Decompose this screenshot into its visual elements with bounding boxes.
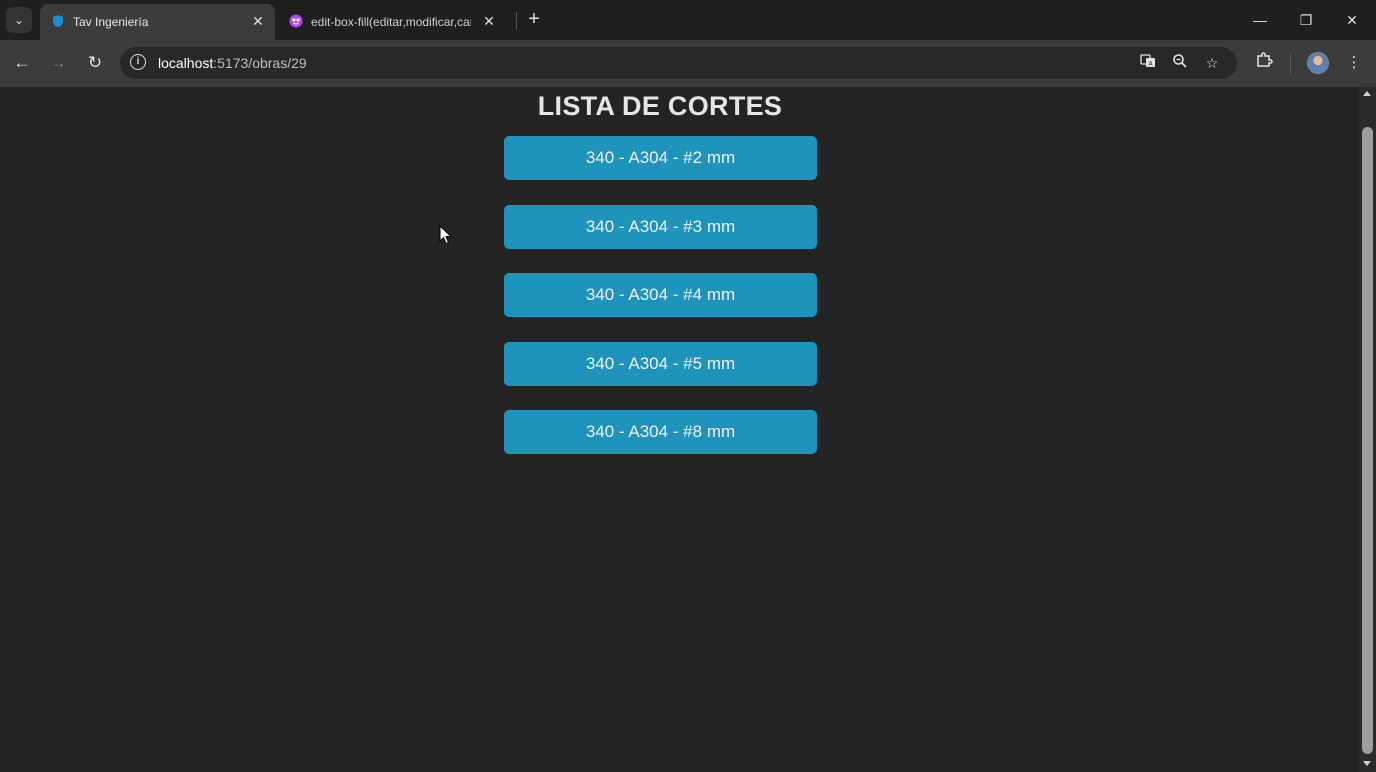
toolbar-divider <box>1290 54 1291 74</box>
arrow-right-icon: → <box>49 53 67 72</box>
browser-toolbar: ← → ↻ i localhost:5173/obras/29 A ☆ ⋮ <box>0 40 1376 87</box>
restore-button[interactable]: ❐ <box>1286 6 1326 34</box>
cut-button-3mm[interactable]: 340 - A304 - #3 mm <box>504 204 817 249</box>
tab-strip: ⌄ Tav Ingeniería ✕ edit-box-fill(editar,… <box>0 0 1376 40</box>
reload-icon: ↻ <box>87 53 103 72</box>
scrollbar-thumb[interactable] <box>1362 127 1373 754</box>
scroll-up-arrow-icon[interactable] <box>1363 91 1371 96</box>
tab-title: edit-box-fill(editar,modificar,cambiar) <box>311 15 471 29</box>
cut-button-4mm[interactable]: 340 - A304 - #4 mm <box>504 273 817 317</box>
translate-icon[interactable]: A <box>1138 53 1158 73</box>
back-button[interactable]: ← <box>9 50 35 76</box>
emoji-face-icon <box>289 14 303 28</box>
url-text[interactable]: localhost:5173/obras/29 <box>158 54 307 72</box>
forward-button[interactable]: → <box>45 50 71 76</box>
shield-icon <box>53 15 63 27</box>
puzzle-icon[interactable] <box>1252 51 1276 75</box>
arrow-left-icon: ← <box>13 53 31 72</box>
url-path: :5173/obras/29 <box>213 55 307 71</box>
page-viewport: LISTA DE CORTES 340 - A304 - #2 mm 340 -… <box>0 87 1359 772</box>
tab-title: Tav Ingeniería <box>73 15 149 29</box>
browser-window: ⌄ Tav Ingeniería ✕ edit-box-fill(editar,… <box>0 0 1376 772</box>
tab-edit-box-fill[interactable]: edit-box-fill(editar,modificar,cambiar) … <box>278 4 506 40</box>
close-icon: ✕ <box>1346 12 1358 28</box>
mouse-cursor-icon <box>439 225 453 245</box>
kebab-menu-icon[interactable]: ⋮ <box>1342 51 1366 75</box>
cut-list: 340 - A304 - #2 mm 340 - A304 - #3 mm 34… <box>504 136 817 479</box>
avatar[interactable] <box>1307 52 1329 74</box>
zoom-icon[interactable] <box>1170 53 1190 73</box>
close-icon[interactable]: ✕ <box>249 12 267 30</box>
cut-button-8mm[interactable]: 340 - A304 - #8 mm <box>504 410 817 454</box>
tab-divider <box>516 12 517 30</box>
restore-icon: ❐ <box>1299 12 1313 28</box>
cut-button-2mm[interactable]: 340 - A304 - #2 mm <box>504 136 817 180</box>
cut-button-5mm[interactable]: 340 - A304 - #5 mm <box>504 341 817 386</box>
close-icon[interactable]: ✕ <box>480 12 498 30</box>
scroll-down-arrow-icon[interactable] <box>1363 761 1371 766</box>
chevron-down-icon: ⌄ <box>13 13 25 27</box>
star-icon[interactable]: ☆ <box>1202 53 1222 73</box>
plus-icon: + <box>528 8 540 30</box>
page-title: LISTA DE CORTES <box>537 91 783 121</box>
reload-button[interactable]: ↻ <box>82 50 108 76</box>
vertical-scrollbar[interactable] <box>1359 87 1376 772</box>
new-tab-button[interactable]: + <box>522 8 546 32</box>
minimize-button[interactable]: — <box>1240 6 1280 34</box>
address-bar[interactable]: i localhost:5173/obras/29 A ☆ <box>120 47 1237 79</box>
url-host: localhost <box>158 55 214 71</box>
info-icon[interactable]: i <box>130 54 146 70</box>
close-window-button[interactable]: ✕ <box>1332 6 1372 34</box>
tab-search-button[interactable]: ⌄ <box>6 7 32 33</box>
minimize-icon: — <box>1253 12 1267 28</box>
tab-tav-ingenieria[interactable]: Tav Ingeniería ✕ <box>40 4 275 40</box>
